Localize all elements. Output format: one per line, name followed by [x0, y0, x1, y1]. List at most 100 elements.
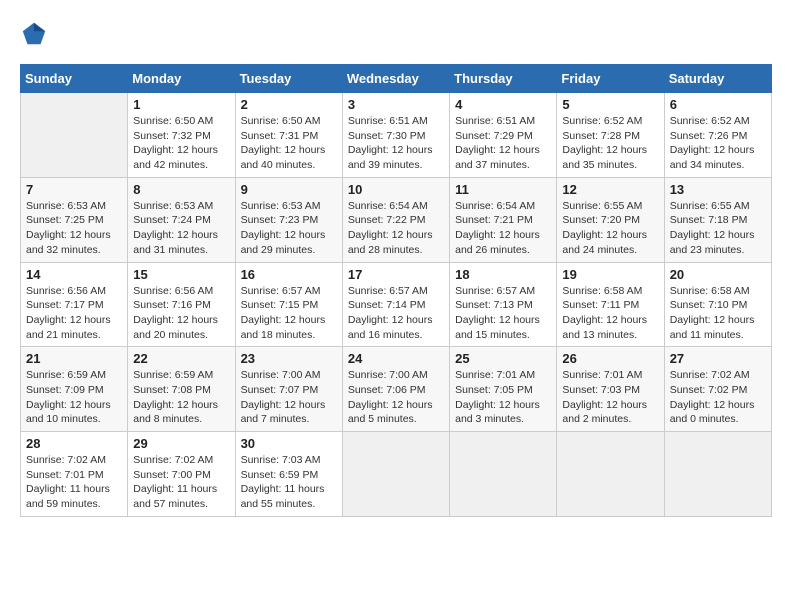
calendar-cell: 11 Sunrise: 6:54 AMSunset: 7:21 PMDayligh…: [450, 177, 557, 262]
calendar-cell: 30 Sunrise: 7:03 AMSunset: 6:59 PMDayligh…: [235, 432, 342, 517]
day-number: 14: [26, 267, 122, 282]
day-number: 21: [26, 351, 122, 366]
calendar-cell: [21, 93, 128, 178]
weekday-header: Saturday: [664, 65, 771, 93]
day-info: Sunrise: 6:53 AMSunset: 7:23 PMDaylight:…: [241, 199, 337, 258]
calendar-cell: 19 Sunrise: 6:58 AMSunset: 7:11 PMDayligh…: [557, 262, 664, 347]
day-info: Sunrise: 6:58 AMSunset: 7:10 PMDaylight:…: [670, 284, 766, 343]
day-info: Sunrise: 6:53 AMSunset: 7:24 PMDaylight:…: [133, 199, 229, 258]
day-number: 24: [348, 351, 444, 366]
day-info: Sunrise: 7:01 AMSunset: 7:03 PMDaylight:…: [562, 368, 658, 427]
page-header: [20, 20, 772, 48]
day-info: Sunrise: 6:58 AMSunset: 7:11 PMDaylight:…: [562, 284, 658, 343]
calendar-cell: 7 Sunrise: 6:53 AMSunset: 7:25 PMDaylight…: [21, 177, 128, 262]
calendar-cell: 5Sunrise: 6:52 AMSunset: 7:28 PMDaylight…: [557, 93, 664, 178]
weekday-header: Monday: [128, 65, 235, 93]
calendar-cell: 22 Sunrise: 6:59 AMSunset: 7:08 PMDayligh…: [128, 347, 235, 432]
calendar-week-row: 1 Sunrise: 6:50 AMSunset: 7:32 PMDaylight…: [21, 93, 772, 178]
day-number: 2: [241, 97, 337, 112]
day-info: Sunrise: 6:50 AMSunset: 7:31 PMDaylight:…: [241, 114, 337, 173]
day-number: 22: [133, 351, 229, 366]
day-info: Sunrise: 6:55 AMSunset: 7:18 PMDaylight:…: [670, 199, 766, 258]
day-number: 30: [241, 436, 337, 451]
day-info: Sunrise: 6:57 AMSunset: 7:15 PMDaylight:…: [241, 284, 337, 343]
calendar-cell: 13 Sunrise: 6:55 AMSunset: 7:18 PMDayligh…: [664, 177, 771, 262]
day-info: Sunrise: 7:00 AMSunset: 7:06 PMDaylight:…: [348, 368, 444, 427]
calendar-cell: 27 Sunrise: 7:02 AMSunset: 7:02 PMDayligh…: [664, 347, 771, 432]
calendar-cell: [664, 432, 771, 517]
day-info: Sunrise: 6:57 AMSunset: 7:14 PMDaylight:…: [348, 284, 444, 343]
day-info: Sunrise: 6:56 AMSunset: 7:16 PMDaylight:…: [133, 284, 229, 343]
day-number: 29: [133, 436, 229, 451]
calendar-cell: 21Sunrise: 6:59 AMSunset: 7:09 PMDayligh…: [21, 347, 128, 432]
calendar-cell: 10 Sunrise: 6:54 AMSunset: 7:22 PMDayligh…: [342, 177, 449, 262]
calendar-cell: 28 Sunrise: 7:02 AMSunset: 7:01 PMDayligh…: [21, 432, 128, 517]
weekday-header-row: SundayMondayTuesdayWednesdayThursdayFrid…: [21, 65, 772, 93]
day-info: Sunrise: 6:52 AMSunset: 7:26 PMDaylight:…: [670, 114, 766, 173]
day-number: 20: [670, 267, 766, 282]
day-number: 15: [133, 267, 229, 282]
calendar-cell: 9Sunrise: 6:53 AMSunset: 7:23 PMDaylight…: [235, 177, 342, 262]
calendar-cell: 25 Sunrise: 7:01 AMSunset: 7:05 PMDayligh…: [450, 347, 557, 432]
day-info: Sunrise: 6:56 AMSunset: 7:17 PMDaylight:…: [26, 284, 122, 343]
calendar-table: SundayMondayTuesdayWednesdayThursdayFrid…: [20, 64, 772, 517]
day-number: 17: [348, 267, 444, 282]
day-info: Sunrise: 6:51 AMSunset: 7:30 PMDaylight:…: [348, 114, 444, 173]
day-number: 12: [562, 182, 658, 197]
calendar-cell: 12 Sunrise: 6:55 AMSunset: 7:20 PMDayligh…: [557, 177, 664, 262]
logo-icon: [20, 20, 48, 48]
day-number: 1: [133, 97, 229, 112]
day-number: 25: [455, 351, 551, 366]
day-number: 16: [241, 267, 337, 282]
day-number: 5: [562, 97, 658, 112]
day-info: Sunrise: 7:01 AMSunset: 7:05 PMDaylight:…: [455, 368, 551, 427]
day-number: 11: [455, 182, 551, 197]
weekday-header: Sunday: [21, 65, 128, 93]
day-number: 23: [241, 351, 337, 366]
calendar-cell: 24 Sunrise: 7:00 AMSunset: 7:06 PMDayligh…: [342, 347, 449, 432]
day-info: Sunrise: 6:55 AMSunset: 7:20 PMDaylight:…: [562, 199, 658, 258]
calendar-cell: 6 Sunrise: 6:52 AMSunset: 7:26 PMDaylight…: [664, 93, 771, 178]
day-number: 4: [455, 97, 551, 112]
calendar-cell: 8Sunrise: 6:53 AMSunset: 7:24 PMDaylight…: [128, 177, 235, 262]
logo: [20, 20, 52, 48]
day-info: Sunrise: 6:53 AMSunset: 7:25 PMDaylight:…: [26, 199, 122, 258]
calendar-cell: 16 Sunrise: 6:57 AMSunset: 7:15 PMDayligh…: [235, 262, 342, 347]
calendar-cell: 20 Sunrise: 6:58 AMSunset: 7:10 PMDayligh…: [664, 262, 771, 347]
day-info: Sunrise: 7:02 AMSunset: 7:01 PMDaylight:…: [26, 453, 122, 512]
day-number: 6: [670, 97, 766, 112]
calendar-cell: 4Sunrise: 6:51 AMSunset: 7:29 PMDaylight…: [450, 93, 557, 178]
calendar-cell: 18Sunrise: 6:57 AMSunset: 7:13 PMDayligh…: [450, 262, 557, 347]
calendar-cell: [450, 432, 557, 517]
weekday-header: Friday: [557, 65, 664, 93]
day-number: 3: [348, 97, 444, 112]
day-info: Sunrise: 7:02 AMSunset: 7:02 PMDaylight:…: [670, 368, 766, 427]
day-number: 13: [670, 182, 766, 197]
day-number: 28: [26, 436, 122, 451]
day-info: Sunrise: 6:59 AMSunset: 7:08 PMDaylight:…: [133, 368, 229, 427]
day-number: 10: [348, 182, 444, 197]
weekday-header: Wednesday: [342, 65, 449, 93]
calendar-week-row: 28 Sunrise: 7:02 AMSunset: 7:01 PMDayligh…: [21, 432, 772, 517]
day-info: Sunrise: 7:00 AMSunset: 7:07 PMDaylight:…: [241, 368, 337, 427]
calendar-week-row: 14 Sunrise: 6:56 AMSunset: 7:17 PMDayligh…: [21, 262, 772, 347]
calendar-cell: [557, 432, 664, 517]
day-number: 27: [670, 351, 766, 366]
day-info: Sunrise: 6:54 AMSunset: 7:21 PMDaylight:…: [455, 199, 551, 258]
calendar-cell: 26 Sunrise: 7:01 AMSunset: 7:03 PMDayligh…: [557, 347, 664, 432]
calendar-cell: 14 Sunrise: 6:56 AMSunset: 7:17 PMDayligh…: [21, 262, 128, 347]
calendar-cell: 2 Sunrise: 6:50 AMSunset: 7:31 PMDaylight…: [235, 93, 342, 178]
day-number: 7: [26, 182, 122, 197]
calendar-cell: 23 Sunrise: 7:00 AMSunset: 7:07 PMDayligh…: [235, 347, 342, 432]
day-info: Sunrise: 7:02 AMSunset: 7:00 PMDaylight:…: [133, 453, 229, 512]
day-number: 18: [455, 267, 551, 282]
day-number: 19: [562, 267, 658, 282]
day-info: Sunrise: 7:03 AMSunset: 6:59 PMDaylight:…: [241, 453, 337, 512]
calendar-cell: 3 Sunrise: 6:51 AMSunset: 7:30 PMDaylight…: [342, 93, 449, 178]
day-info: Sunrise: 6:54 AMSunset: 7:22 PMDaylight:…: [348, 199, 444, 258]
calendar-cell: [342, 432, 449, 517]
calendar-cell: 29 Sunrise: 7:02 AMSunset: 7:00 PMDayligh…: [128, 432, 235, 517]
calendar-cell: 1 Sunrise: 6:50 AMSunset: 7:32 PMDaylight…: [128, 93, 235, 178]
day-number: 26: [562, 351, 658, 366]
day-info: Sunrise: 6:50 AMSunset: 7:32 PMDaylight:…: [133, 114, 229, 173]
